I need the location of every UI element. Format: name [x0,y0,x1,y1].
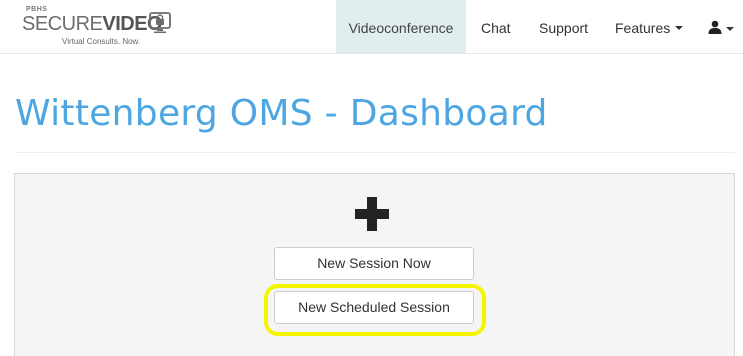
logo-pbhs-text: PBHS [26,6,48,13]
securevideo-logo[interactable]: PBHS SECUREVIDEO Virtual Consults. Now. [22,6,182,50]
nav-features-dropdown[interactable]: Features [615,0,684,53]
top-navbar: PBHS SECUREVIDEO Virtual Consults. Now. … [0,0,743,54]
divider [15,152,735,153]
logo-tagline: Virtual Consults. Now. [62,37,141,46]
user-icon [708,20,722,34]
new-session-now-button[interactable]: New Session Now [274,247,474,280]
logo-brand-secure: SECURE [22,13,103,35]
nav-chat[interactable]: Chat [481,0,511,53]
chevron-down-icon [675,26,684,31]
page-title: Wittenberg OMS - Dashboard [15,93,548,134]
new-scheduled-session-button[interactable]: New Scheduled Session [274,291,474,324]
logo-brand-text: SECUREVIDEO [22,13,163,36]
chevron-down-icon [726,27,734,31]
nav-features-label: Features [615,20,671,36]
plus-icon [355,197,389,231]
nav-videoconference[interactable]: Videoconference [336,0,466,53]
monitor-lock-icon [149,12,171,33]
user-menu-dropdown[interactable] [704,0,743,53]
nav-support[interactable]: Support [539,0,588,53]
